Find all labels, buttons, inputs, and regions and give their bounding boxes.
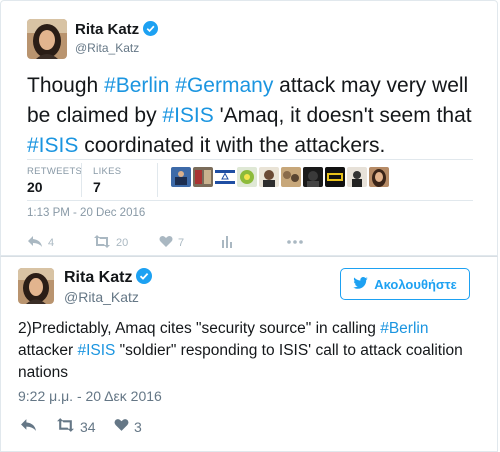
retweet-button[interactable]: 20 xyxy=(93,235,128,251)
reply-button[interactable] xyxy=(20,418,42,435)
more-options-button[interactable] xyxy=(287,235,308,251)
verified-badge-icon xyxy=(143,21,159,40)
reply-icon xyxy=(27,235,48,251)
hashtag-link[interactable]: #Berlin xyxy=(380,320,428,337)
timestamp[interactable]: 9:22 μ.μ. - 20 Δεκ 2016 xyxy=(18,388,162,404)
more-icon xyxy=(287,235,308,251)
hashtag-link[interactable]: #Berlin xyxy=(104,74,169,97)
twitter-bird-icon xyxy=(353,276,374,292)
divider xyxy=(27,200,473,201)
hashtag-link[interactable]: #Germany xyxy=(175,74,273,97)
tweet-text: 2)Predictably, Amaq cites "security sour… xyxy=(18,320,463,381)
liker-avatar[interactable] xyxy=(347,167,367,187)
author-handle[interactable]: @Rita_Katz xyxy=(75,41,139,55)
divider xyxy=(81,163,82,197)
hashtag-link[interactable]: #ISIS xyxy=(77,342,115,359)
liker-avatar[interactable] xyxy=(171,167,191,187)
author-handle[interactable]: @Rita_Katz xyxy=(64,289,139,305)
tweet-card-main: Rita Katz @Rita_Katz Though #Berlin #Ger… xyxy=(0,0,498,256)
liker-avatar[interactable] xyxy=(193,167,213,187)
retweets-label: RETWEETS xyxy=(27,166,83,177)
divider xyxy=(157,163,158,197)
retweet-button[interactable]: 34 xyxy=(56,418,96,435)
hashtag-link[interactable]: #ISIS xyxy=(162,104,213,127)
like-button[interactable]: 3 xyxy=(114,418,142,435)
likes-label: LIKES xyxy=(93,166,122,177)
avatar[interactable] xyxy=(27,19,67,59)
retweet-count: 34 xyxy=(80,418,96,435)
liker-avatar[interactable] xyxy=(369,167,389,187)
divider xyxy=(27,159,473,160)
liker-avatar[interactable] xyxy=(303,167,323,187)
retweet-icon xyxy=(56,418,80,435)
like-icon xyxy=(159,235,178,251)
analytics-button[interactable] xyxy=(221,235,238,251)
avatar[interactable] xyxy=(18,268,54,304)
retweet-icon xyxy=(93,235,116,251)
reply-icon xyxy=(20,418,42,435)
analytics-icon xyxy=(221,235,238,251)
likes-count[interactable]: 7 xyxy=(93,179,101,195)
author-name[interactable]: Rita Katz xyxy=(64,268,153,289)
author-name[interactable]: Rita Katz xyxy=(75,21,159,40)
like-count: 7 xyxy=(178,237,185,249)
follow-label: Ακολουθήστε xyxy=(374,276,457,292)
like-count: 3 xyxy=(134,418,142,435)
liker-avatar[interactable] xyxy=(281,167,301,187)
hashtag-link[interactable]: #ISIS xyxy=(27,134,78,157)
verified-badge-icon xyxy=(136,268,153,289)
liker-avatar[interactable] xyxy=(215,167,235,187)
follow-button[interactable]: Ακολουθήστε xyxy=(340,268,470,300)
liker-avatar[interactable] xyxy=(237,167,257,187)
timestamp[interactable]: 1:13 PM - 20 Dec 2016 xyxy=(27,207,145,219)
retweet-count: 20 xyxy=(116,237,129,249)
liker-avatar[interactable] xyxy=(259,167,279,187)
reply-count: 4 xyxy=(48,237,55,249)
liker-avatar[interactable] xyxy=(325,167,345,187)
reply-button[interactable]: 4 xyxy=(27,235,54,251)
retweets-count[interactable]: 20 xyxy=(27,179,43,195)
like-icon xyxy=(114,418,134,435)
like-button[interactable]: 7 xyxy=(159,235,184,251)
tweet-text: Though #Berlin #Germany attack may very … xyxy=(27,74,472,157)
